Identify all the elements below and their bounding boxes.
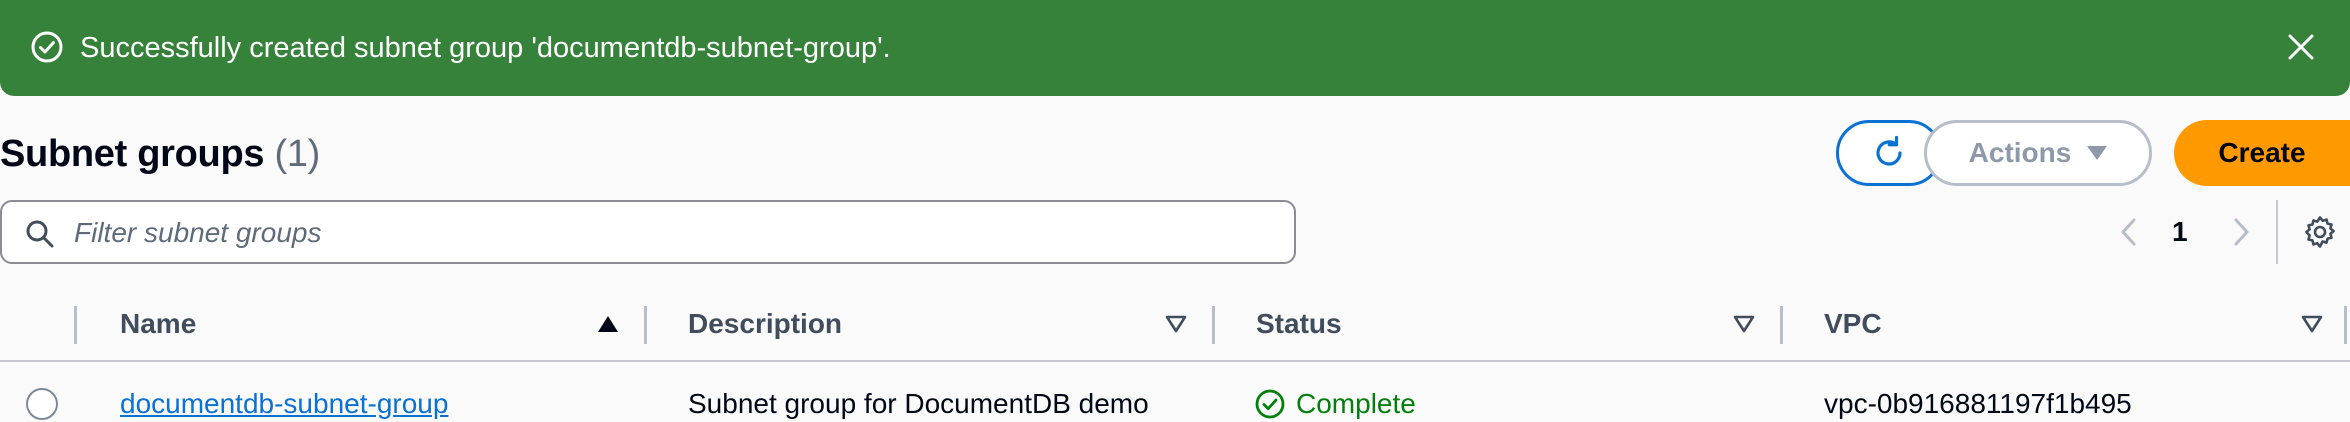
page-number[interactable]: 1 xyxy=(2172,214,2188,250)
filter-field[interactable] xyxy=(0,200,1296,264)
page-title: Subnet groups (1) xyxy=(0,130,320,178)
subnet-group-name-link[interactable]: documentdb-subnet-group xyxy=(120,386,448,422)
column-divider xyxy=(74,306,77,344)
sort-caret-down-icon[interactable] xyxy=(1164,313,1188,335)
page-title-text: Subnet groups xyxy=(0,133,265,175)
column-header-name[interactable]: Name xyxy=(120,306,196,342)
filter-input[interactable] xyxy=(74,210,1274,256)
table-row[interactable]: documentdb-subnet-group Subnet group for… xyxy=(0,370,2350,422)
actions-button[interactable]: Actions xyxy=(1924,120,2152,186)
pagination-divider xyxy=(2276,200,2278,264)
flash-message: Successfully created subnet group 'docum… xyxy=(80,32,891,64)
caret-down-icon xyxy=(2087,146,2108,160)
column-divider[interactable] xyxy=(1780,306,1783,344)
item-count: (1) xyxy=(274,133,321,175)
success-flash-banner: Successfully created subnet group 'docum… xyxy=(0,0,2350,96)
actions-button-label: Actions xyxy=(1968,137,2072,168)
status-text: Complete xyxy=(1296,388,1416,419)
vpc-id: vpc-0b916881197f1b495 xyxy=(1824,388,2132,419)
gear-icon[interactable] xyxy=(2302,214,2338,250)
table-header: Name Description Status VPC xyxy=(0,296,2350,362)
column-divider[interactable] xyxy=(1212,306,1215,344)
sort-ascending-icon[interactable] xyxy=(596,313,620,335)
refresh-icon xyxy=(1876,135,1902,166)
row-select-radio[interactable] xyxy=(26,388,58,420)
close-icon[interactable] xyxy=(2284,30,2318,64)
sort-caret-down-icon[interactable] xyxy=(2300,313,2324,335)
subnet-group-description: Subnet group for DocumentDB demo xyxy=(688,388,1149,419)
create-button-label: Create xyxy=(2218,137,2306,168)
status-indicator: Complete xyxy=(1254,386,1416,422)
search-icon xyxy=(26,220,54,248)
column-header-status[interactable]: Status xyxy=(1256,306,1342,342)
sort-caret-down-icon[interactable] xyxy=(1732,313,1756,335)
column-header-vpc[interactable]: VPC xyxy=(1824,306,1882,342)
success-check-icon xyxy=(1255,389,1285,419)
column-divider[interactable] xyxy=(2344,306,2347,344)
chevron-left-icon[interactable] xyxy=(2114,214,2144,250)
chevron-right-icon[interactable] xyxy=(2226,214,2256,250)
column-divider[interactable] xyxy=(644,306,647,344)
check-circle-icon xyxy=(31,31,63,63)
create-button[interactable]: Create xyxy=(2174,120,2350,186)
column-header-description[interactable]: Description xyxy=(688,306,842,342)
